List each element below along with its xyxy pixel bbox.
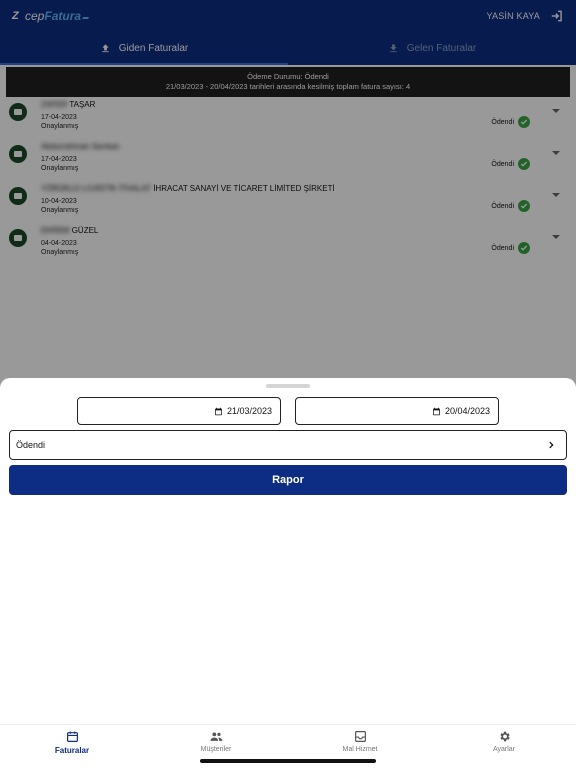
- home-indicator: [200, 759, 376, 763]
- end-date-value: 20/04/2023: [444, 406, 490, 416]
- calendar-icon: [66, 731, 78, 742]
- nav-label: Mal Hizmet: [342, 746, 378, 753]
- people-icon: [210, 732, 222, 741]
- nav-label: Müşteriler: [200, 746, 232, 753]
- nav-label: Ayarlar: [492, 746, 516, 753]
- report-filter-sheet: 21/03/2023 20/04/2023 Ödendi Rapor: [0, 378, 576, 724]
- calendar-icon: [215, 407, 222, 415]
- payment-status-value: Ödendi: [16, 440, 46, 450]
- inbox-icon: [354, 731, 366, 742]
- nav-label: Faturalar: [54, 746, 90, 755]
- start-date-value: 21/03/2023: [226, 406, 272, 416]
- nav-item-settings[interactable]: Ayarlar: [432, 725, 576, 768]
- report-button[interactable]: Rapor: [9, 465, 567, 495]
- gear-icon: [499, 731, 510, 742]
- payment-status-select[interactable]: Ödendi: [9, 430, 567, 460]
- calendar-icon: [433, 407, 440, 415]
- chevron-right-icon: [549, 441, 554, 449]
- start-date-field[interactable]: 21/03/2023: [77, 397, 281, 425]
- sheet-drag-handle[interactable]: [266, 384, 310, 388]
- nav-item-invoices[interactable]: Faturalar: [0, 725, 144, 768]
- end-date-field[interactable]: 20/04/2023: [295, 397, 499, 425]
